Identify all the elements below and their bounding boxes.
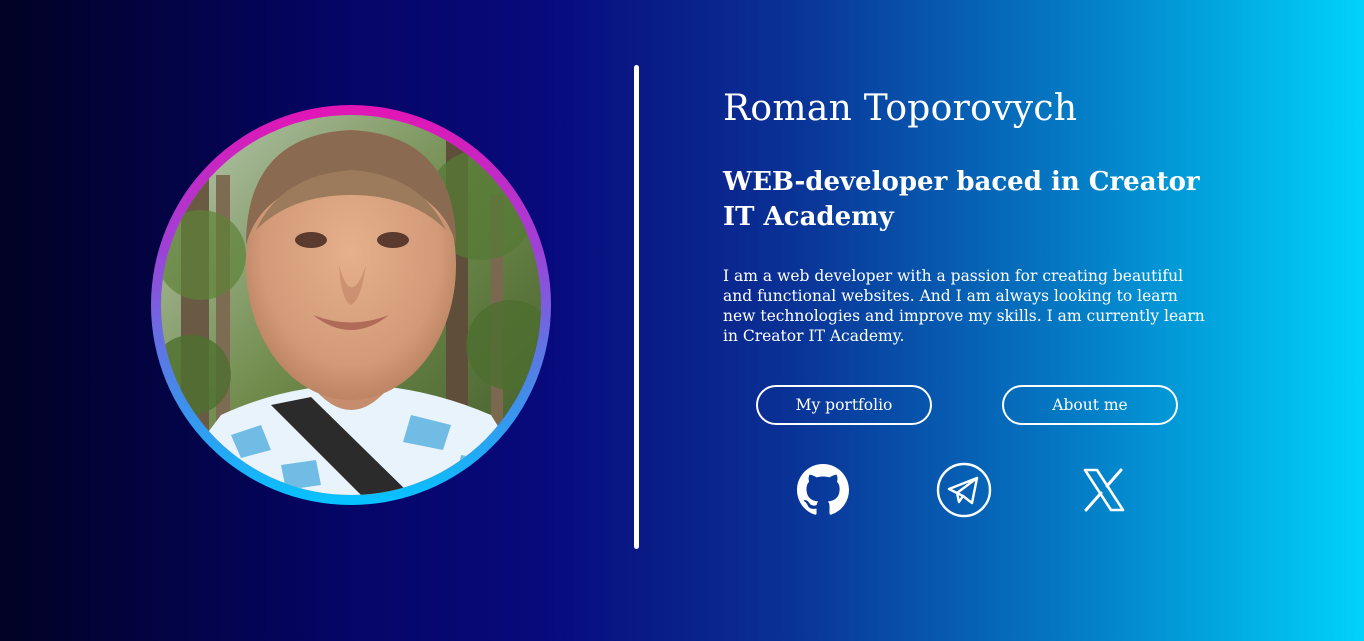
x-icon bbox=[1083, 468, 1125, 512]
profile-role: WEB-developer baced in Creator IT Academ… bbox=[723, 167, 1200, 232]
vertical-divider bbox=[634, 65, 639, 549]
telegram-link[interactable] bbox=[936, 462, 992, 518]
profile-name: Roman Toporovych bbox=[723, 88, 1078, 129]
telegram-icon bbox=[936, 462, 992, 518]
github-icon bbox=[797, 464, 849, 515]
github-link[interactable] bbox=[795, 462, 851, 518]
profile-photo-ring bbox=[151, 105, 551, 505]
profile-bio: I am a web developer with a passion for … bbox=[723, 267, 1205, 345]
x-link[interactable] bbox=[1076, 462, 1132, 518]
about-me-button[interactable]: About me bbox=[1002, 385, 1178, 425]
profile-photo bbox=[161, 115, 541, 495]
my-portfolio-button[interactable]: My portfolio bbox=[756, 385, 932, 425]
